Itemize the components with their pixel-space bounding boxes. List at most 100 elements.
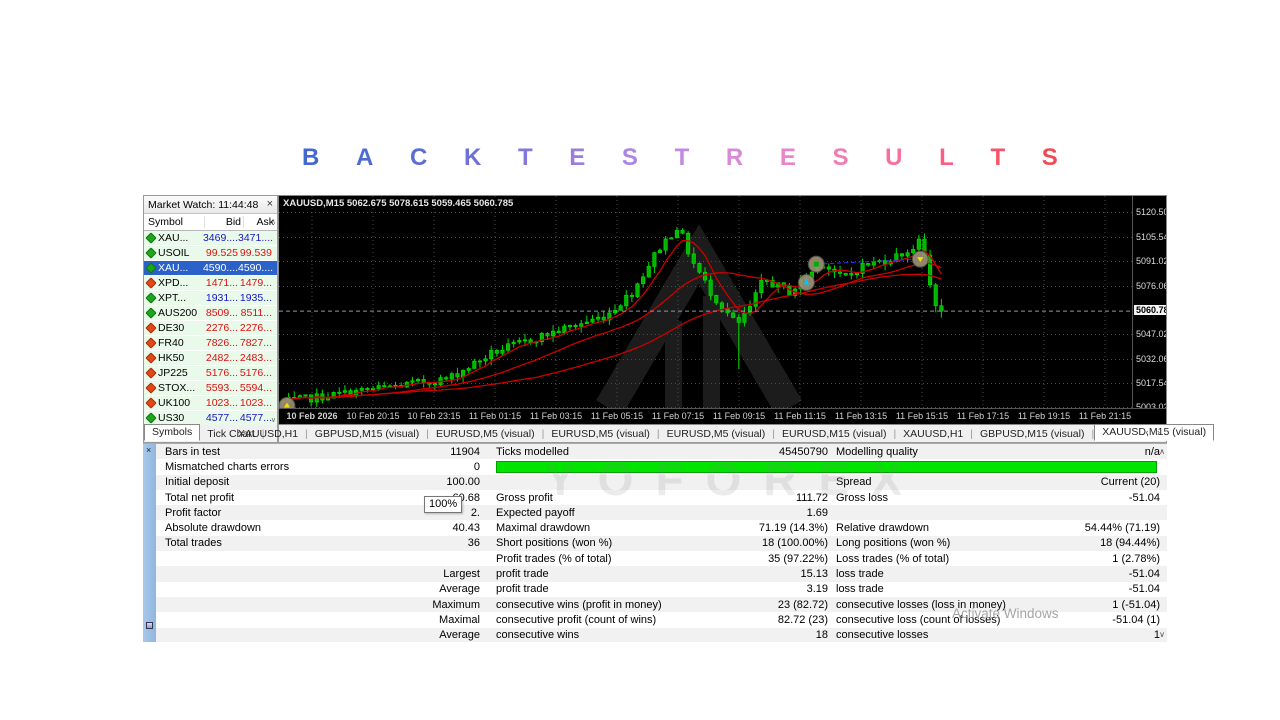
arrow-down-icon	[145, 367, 157, 379]
result-value: 3.19	[806, 583, 828, 596]
result-label: consecutive wins (profit in money)	[496, 598, 662, 611]
result-label: loss trade	[836, 583, 884, 596]
bid-value: 2482...	[205, 352, 238, 364]
result-label: Spread	[836, 476, 872, 489]
chart-tab[interactable]: GBPUSD,M15 (visual)	[973, 428, 1091, 440]
column-bid[interactable]: Bid	[205, 216, 244, 228]
result-value: 0	[473, 460, 480, 473]
column-symbol[interactable]: Symbol	[144, 216, 205, 228]
chart-tab[interactable]: EURUSD,M5 (visual)	[660, 428, 773, 440]
time-tick: 11 Feb 07:15	[651, 411, 705, 421]
market-watch-list: XAU... 3469.... 3471.... USOIL 99.525 99.539 X…	[144, 231, 277, 426]
market-watch-row[interactable]: FR40 7826... 7827...	[144, 336, 277, 351]
market-watch-row[interactable]: HK50 2482... 2483...	[144, 351, 277, 366]
market-watch-row[interactable]: DE30 2276... 2276...	[144, 321, 277, 336]
bid-value: 5176...	[205, 367, 238, 379]
title-letter: T	[990, 144, 1006, 171]
price-tick: 5047.020	[1136, 328, 1166, 339]
table-row: Initial deposit 100.00 Spread Current (20)	[156, 474, 1167, 490]
symbol-name: DE30	[158, 322, 185, 334]
trade-marker	[911, 250, 929, 268]
chart-time-axis[interactable]: 10 Feb 2026 10 Feb 20:15 10 Feb 23:15 11 Fe…	[279, 408, 1166, 424]
bid-value: 4577...	[205, 412, 238, 424]
tab-symbols[interactable]: Symbols	[144, 424, 201, 441]
result-value: 45450790	[779, 445, 828, 458]
price-tick: 5105.540	[1136, 231, 1166, 242]
result-value: 1.69	[806, 506, 828, 519]
symbol-name: XPT...	[158, 292, 187, 304]
result-label: Profit trades (% of total)	[496, 552, 612, 565]
title-letter: C	[409, 144, 428, 171]
arrow-up-icon	[145, 247, 157, 259]
result-label: Initial deposit	[165, 476, 230, 489]
time-tick: 11 Feb 03:15	[529, 411, 583, 421]
result-value: 23 (82.72)	[777, 598, 828, 611]
chart-tab[interactable]: XAUUSD,H1	[231, 428, 305, 440]
current-price-label: 5060.785	[1134, 305, 1166, 316]
time-tick: 11 Feb 17:15	[956, 411, 1010, 421]
arrow-down-icon	[145, 382, 157, 394]
activate-windows-watermark: Activate Windows	[952, 606, 1059, 621]
result-label: loss trade	[836, 568, 884, 581]
market-watch-row[interactable]: XPD... 1471... 1479...	[144, 276, 277, 291]
price-tick: 5017.540	[1136, 377, 1166, 388]
screen: { "title": { "text": "BACKTEST RESULTS",…	[0, 0, 1280, 720]
chart-tab[interactable]: GBPUSD,M15 (visual)	[308, 428, 426, 440]
ask-value: 99.539	[239, 247, 272, 259]
close-icon[interactable]: ×	[146, 446, 151, 455]
market-watch-row[interactable]: JP225 5176... 5176...	[144, 366, 277, 381]
symbol-name: JP225	[158, 367, 188, 379]
chart-window[interactable]: XAUUSD,M15 5062.675 5078.615 5059.465 50…	[278, 195, 1167, 425]
result-label: consecutive wins	[496, 629, 580, 642]
market-watch-row[interactable]: STOX... 5593... 5594...	[144, 381, 277, 396]
scroll-up-icon[interactable]: ∧	[1159, 447, 1165, 456]
chart-tab[interactable]: EURUSD,M15 (visual)	[775, 428, 893, 440]
chart-tab[interactable]: EURUSD,M5 (visual)	[429, 428, 542, 440]
chart-plot-area[interactable]	[279, 196, 1134, 408]
close-icon[interactable]: ×	[267, 199, 273, 210]
result-value: 15.13	[800, 568, 828, 581]
symbol-cell: STOX...	[144, 382, 200, 394]
tester-panel-icon[interactable]	[146, 622, 153, 629]
scroll-down-icon[interactable]: ∨	[1159, 630, 1165, 639]
chart-price-scale[interactable]: 5120.500 5105.540 5091.020 5076.060 5047.020…	[1132, 196, 1166, 412]
title-letter: A	[355, 144, 374, 171]
time-tick: 11 Feb 13:15	[834, 411, 888, 421]
arrow-up-icon	[145, 307, 157, 319]
title-letter: S	[1041, 144, 1058, 171]
ask-value: 5594...	[239, 382, 272, 394]
result-label: Gross profit	[496, 491, 553, 504]
arrow-up-icon	[145, 292, 157, 304]
market-watch-row[interactable]: UK100 1023... 1023...	[144, 396, 277, 411]
symbol-name: XAU...	[158, 232, 189, 244]
result-value: Largest	[443, 568, 480, 581]
market-watch-row[interactable]: XAU... 3469.... 3471....	[144, 231, 277, 246]
chart-tab[interactable]: XAUUSD,H1	[896, 428, 970, 440]
symbol-name: XAU...	[158, 262, 189, 274]
scroll-down-icon[interactable]: ∨	[271, 416, 276, 424]
market-watch-row[interactable]: AUS200 8509... 8511...	[144, 306, 277, 321]
chart-symbol-ohlc: XAUUSD,M15 5062.675 5078.615 5059.465 50…	[283, 198, 514, 209]
bid-value: 5593...	[205, 382, 238, 394]
price-tick: 5032.060	[1136, 353, 1166, 364]
market-watch-title: Market Watch: 11:44:48	[148, 198, 259, 211]
page-title: BACKTESTRESULTS	[302, 143, 1058, 173]
tab-nav-arrows[interactable]: ‹ ›	[1146, 427, 1164, 437]
chart-canvas[interactable]	[279, 196, 1134, 408]
title-letter: S	[832, 144, 849, 171]
time-tick: 11 Feb 19:15	[1017, 411, 1071, 421]
tooltip-100: 100%	[424, 496, 463, 513]
result-label: Profit factor	[165, 506, 222, 519]
market-watch-column-header: Symbol Bid Ask ∧	[144, 214, 277, 231]
chart-tab[interactable]: EURUSD,M5 (visual)	[544, 428, 657, 440]
market-watch-row[interactable]: XPT... 1931... 1935...	[144, 291, 277, 306]
table-row: Absolute drawdown 40.43 Maximal drawdown 71…	[156, 520, 1167, 536]
market-watch-row[interactable]: USOIL 99.525 99.539	[144, 246, 277, 261]
market-watch-row[interactable]: XAU... 4590.... 4590....	[144, 261, 277, 276]
table-row: Profit factor 2. Expected payoff 1.69	[156, 505, 1167, 521]
table-row: Profit trades (% of total) 35 (97.22%) Los…	[156, 551, 1167, 567]
result-value: Maximal	[439, 613, 480, 626]
time-tick: 10 Feb 23:15	[407, 411, 461, 421]
result-label: Total net profit	[165, 491, 235, 504]
scroll-up-icon[interactable]: ∧	[271, 218, 276, 226]
